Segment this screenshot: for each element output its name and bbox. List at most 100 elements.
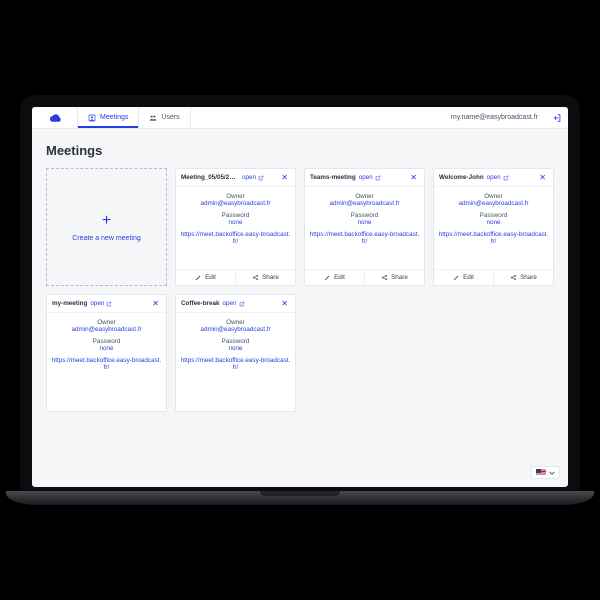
share-icon xyxy=(381,274,388,281)
close-icon: ✕ xyxy=(281,173,288,182)
edit-label: Edit xyxy=(463,274,474,281)
create-meeting-label: Create a new meeting xyxy=(72,235,140,242)
open-link[interactable]: open xyxy=(223,300,245,307)
meeting-card: Teams-meetingopen✕Owneradmin@easybroadca… xyxy=(304,168,425,286)
close-button[interactable]: ✕ xyxy=(279,299,290,308)
pencil-icon xyxy=(195,274,202,281)
tab-users-label: Users xyxy=(161,114,179,121)
owner-value: admin@easybroadcast.fr xyxy=(200,326,270,333)
share-label: Share xyxy=(520,274,537,281)
open-link[interactable]: open xyxy=(242,174,264,181)
pencil-icon xyxy=(324,274,331,281)
open-label: open xyxy=(487,174,501,181)
owner-label: Owner xyxy=(458,193,528,200)
brand-logo xyxy=(32,107,78,128)
meeting-url[interactable]: https://meet.backoffice.easy-broadcast.f… xyxy=(438,231,549,245)
card-header: Coffee-breakopen ✕ xyxy=(176,295,295,313)
meetings-icon xyxy=(88,114,96,122)
share-label: Share xyxy=(262,274,279,281)
meeting-card: Meeting_05/05/2020open ✕ Owneradmin@easybr… xyxy=(175,168,296,286)
external-link-icon xyxy=(239,301,245,307)
card-header: Welcome-Johnopen ✕ xyxy=(434,169,553,187)
share-button[interactable]: Share xyxy=(235,270,295,285)
plus-icon: + xyxy=(102,213,111,229)
meeting-card: Coffee-breakopen ✕ Owneradmin@easybroadcas… xyxy=(175,294,296,412)
password-label: Password xyxy=(480,212,508,219)
tab-meetings-label: Meetings xyxy=(100,114,128,121)
edit-label: Edit xyxy=(205,274,216,281)
chevron-down-icon xyxy=(549,470,555,476)
password-value: none xyxy=(93,345,121,352)
open-label: open xyxy=(242,174,256,181)
edit-button[interactable]: Edit xyxy=(176,270,235,285)
owner-value: admin@easybroadcast.fr xyxy=(458,200,528,207)
meeting-url[interactable]: https://meet.backoffice.easy-broadcast.f… xyxy=(51,357,162,371)
password-label: Password xyxy=(93,338,121,345)
card-title: my-meeting xyxy=(52,300,87,307)
create-meeting-card[interactable]: + Create a new meeting xyxy=(46,168,167,286)
close-button[interactable]: ✕ xyxy=(279,173,290,182)
close-icon: ✕ xyxy=(539,173,546,182)
share-icon xyxy=(252,274,259,281)
owner-label: Owner xyxy=(200,193,270,200)
share-label: Share xyxy=(391,274,408,281)
password-label: Password xyxy=(351,212,379,219)
card-body: Owneradmin@easybroadcast.fr Passwordnone h… xyxy=(47,313,166,411)
card-footer: Edit Share xyxy=(176,269,295,285)
laptop-base xyxy=(6,491,594,505)
tab-meetings[interactable]: Meetings xyxy=(78,107,139,128)
card-header: Teams-meetingopen✕ xyxy=(305,169,424,187)
close-button[interactable]: ✕ xyxy=(537,173,548,182)
share-button[interactable]: Share xyxy=(493,270,553,285)
users-icon xyxy=(149,114,157,122)
password-value: none xyxy=(222,345,250,352)
owner-label: Owner xyxy=(71,319,141,326)
pencil-icon xyxy=(453,274,460,281)
tab-users[interactable]: Users xyxy=(139,107,190,128)
card-title: Welcome-John xyxy=(439,174,484,181)
open-link[interactable]: open xyxy=(359,174,381,181)
owner-value: admin@easybroadcast.fr xyxy=(200,200,270,207)
external-link-icon xyxy=(375,175,381,181)
close-button[interactable]: ✕ xyxy=(150,299,161,308)
meeting-url[interactable]: https://meet.backoffice.easy-broadcast.f… xyxy=(180,357,291,371)
cloud-icon xyxy=(47,113,63,123)
close-icon: ✕ xyxy=(410,173,417,182)
password-value: none xyxy=(222,219,250,226)
card-header: my-meetingopen ✕ xyxy=(47,295,166,313)
card-title: Meeting_05/05/2020 xyxy=(181,174,239,181)
meeting-url[interactable]: https://meet.backoffice.easy-broadcast.f… xyxy=(180,231,291,245)
meeting-card: Welcome-Johnopen ✕ Owneradmin@easybroadcas… xyxy=(433,168,554,286)
owner-value: admin@easybroadcast.fr xyxy=(329,200,399,207)
owner-value: admin@easybroadcast.fr xyxy=(71,326,141,333)
open-link[interactable]: open xyxy=(487,174,509,181)
password-value: none xyxy=(351,219,379,226)
owner-label: Owner xyxy=(200,319,270,326)
password-label: Password xyxy=(222,338,250,345)
page-body: Meetings + Create a new meeting Meeting_… xyxy=(32,129,568,487)
share-icon xyxy=(510,274,517,281)
top-nav: Meetings Users my.name@easybroadcast.fr xyxy=(32,107,568,129)
language-selector[interactable] xyxy=(531,466,560,479)
owner-label: Owner xyxy=(329,193,399,200)
share-button[interactable]: Share xyxy=(364,270,424,285)
card-footer: Edit Share xyxy=(305,269,424,285)
external-link-icon xyxy=(503,175,509,181)
meeting-url[interactable]: https://meet.backoffice.easy-broadcast.f… xyxy=(309,231,420,245)
close-icon: ✕ xyxy=(281,299,288,308)
logout-button[interactable] xyxy=(546,107,568,128)
meeting-card: my-meetingopen ✕ Owneradmin@easybroadcast.… xyxy=(46,294,167,412)
open-link[interactable]: open xyxy=(90,300,112,307)
open-label: open xyxy=(359,174,373,181)
card-body: Owneradmin@easybroadcast.fr Passwordnone h… xyxy=(176,313,295,411)
logout-icon xyxy=(552,113,562,123)
external-link-icon xyxy=(258,175,264,181)
close-button[interactable]: ✕ xyxy=(408,173,419,182)
external-link-icon xyxy=(106,301,112,307)
card-body: Owneradmin@easybroadcast.frPasswordnoneh… xyxy=(176,187,295,269)
page-title: Meetings xyxy=(46,143,554,158)
open-label: open xyxy=(90,300,104,307)
card-title: Coffee-break xyxy=(181,300,220,307)
edit-button[interactable]: Edit xyxy=(305,270,364,285)
edit-button[interactable]: Edit xyxy=(434,270,493,285)
